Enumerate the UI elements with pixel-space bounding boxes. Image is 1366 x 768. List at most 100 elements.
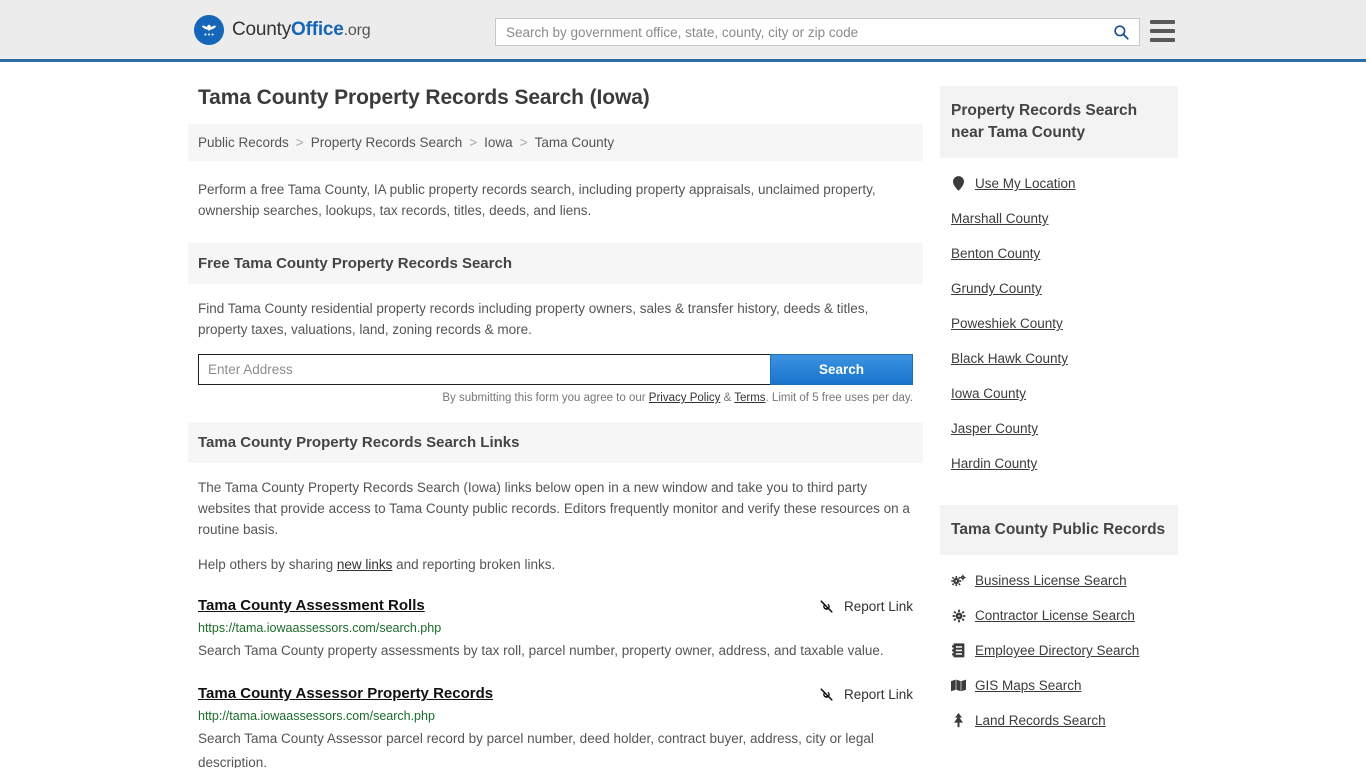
breadcrumb-item-tama-county[interactable]: Tama County <box>535 135 615 150</box>
free-search-description: Find Tama County residential property re… <box>198 301 869 337</box>
address-search-form: Search <box>198 354 913 385</box>
sidebar-link-label[interactable]: Business License Search <box>975 573 1127 588</box>
cog-icon <box>951 609 966 623</box>
disclaimer-suffix: . Limit of 5 free uses per day. <box>765 392 913 404</box>
map-icon <box>951 679 966 692</box>
breadcrumb-separator-icon: > <box>469 135 478 150</box>
sidebar-link-label[interactable]: Iowa County <box>951 386 1026 401</box>
search-input[interactable] <box>496 19 1103 45</box>
main-content: Tama County Property Records Search (Iow… <box>188 62 923 768</box>
page-lead-text: Perform a free Tama County, IA public pr… <box>198 182 876 218</box>
sidebar-link-label[interactable]: Grundy County <box>951 281 1042 296</box>
sidebar-link-label[interactable]: Benton County <box>951 246 1040 261</box>
logo-text-org: .org <box>343 21 371 39</box>
breadcrumb-separator-icon: > <box>295 135 304 150</box>
sidebar-link-label[interactable]: Poweshiek County <box>951 316 1063 331</box>
sidebar-link-label[interactable]: Contractor License Search <box>975 608 1135 623</box>
sidebar-item-jasper-county[interactable]: Jasper County <box>951 411 1167 446</box>
hamburger-bar <box>1150 29 1175 33</box>
hamburger-bar <box>1150 38 1175 42</box>
sidebar-item-marshall-county[interactable]: Marshall County <box>951 201 1167 236</box>
result-header: Tama County Assessment Rolls Report Link <box>198 597 913 615</box>
hamburger-menu-icon[interactable] <box>1150 20 1175 42</box>
sidebar-link-label[interactable]: Use My Location <box>975 176 1076 191</box>
disclaimer-amp: & <box>720 392 735 404</box>
map-pin-icon <box>951 176 966 191</box>
result-url: https://tama.iowaassessors.com/search.ph… <box>198 621 442 635</box>
tree-icon <box>951 713 966 728</box>
address-search-button[interactable]: Search <box>770 354 913 385</box>
terms-link[interactable]: Terms <box>734 392 765 404</box>
sidebar-public-records-list: Business License Search Contractor Licen… <box>940 555 1178 738</box>
sidebar-item-gis-maps-search[interactable]: GIS Maps Search <box>951 668 1167 703</box>
site-logo[interactable]: CountyOffice.org <box>194 14 371 45</box>
result-title-link[interactable]: Tama County Assessor Property Records <box>198 685 493 702</box>
sidebar-link-label[interactable]: Employee Directory Search <box>975 643 1139 658</box>
sidebar-link-label[interactable]: GIS Maps Search <box>975 678 1082 693</box>
breadcrumb-item-public-records[interactable]: Public Records <box>198 135 289 150</box>
links-section-body: The Tama County Property Records Search … <box>188 463 923 575</box>
sidebar-item-contractor-license-search[interactable]: Contractor License Search <box>951 598 1167 633</box>
sidebar-item-land-records-search[interactable]: Land Records Search <box>951 703 1167 738</box>
search-submit-button[interactable] <box>1103 19 1139 45</box>
cogs-icon <box>951 574 966 588</box>
sidebar: Property Records Search near Tama County… <box>940 62 1178 738</box>
sidebar-item-use-my-location[interactable]: Use My Location <box>951 166 1167 201</box>
logo-text-office: Office <box>291 18 344 40</box>
report-link-label: Report Link <box>843 687 913 702</box>
result-header: Tama County Assessor Property Records Re… <box>198 685 913 703</box>
share-prefix: Help others by sharing <box>198 557 337 572</box>
report-link-button[interactable]: Report Link <box>818 598 913 615</box>
result-title-link[interactable]: Tama County Assessment Rolls <box>198 597 425 614</box>
result-item: Tama County Assessment Rolls Report Link… <box>188 597 923 663</box>
sidebar-nearby-list: Use My Location Marshall County Benton C… <box>940 158 1178 481</box>
site-header: CountyOffice.org <box>0 0 1366 62</box>
site-logo-text: CountyOffice.org <box>232 18 371 41</box>
sidebar-item-grundy-county[interactable]: Grundy County <box>951 271 1167 306</box>
free-search-heading: Free Tama County Property Records Search <box>188 243 923 284</box>
hamburger-bar <box>1150 20 1175 24</box>
sidebar-item-business-license-search[interactable]: Business License Search <box>951 563 1167 598</box>
page-title: Tama County Property Records Search (Iow… <box>198 86 650 109</box>
broken-link-icon <box>820 688 833 701</box>
disclaimer-prefix: By submitting this form you agree to our <box>442 392 649 404</box>
breadcrumb-item-property-records-search[interactable]: Property Records Search <box>311 135 463 150</box>
sidebar-link-label[interactable]: Land Records Search <box>975 713 1106 728</box>
breadcrumb-item-iowa[interactable]: Iowa <box>484 135 513 150</box>
report-link-button[interactable]: Report Link <box>818 686 913 703</box>
sidebar-item-poweshiek-county[interactable]: Poweshiek County <box>951 306 1167 341</box>
links-section-heading: Tama County Property Records Search Link… <box>188 422 923 463</box>
broken-link-icon <box>820 600 833 613</box>
breadcrumb-separator-icon: > <box>519 135 528 150</box>
sidebar-item-black-hawk-county[interactable]: Black Hawk County <box>951 341 1167 376</box>
report-link-label: Report Link <box>843 599 913 614</box>
sidebar-link-label[interactable]: Hardin County <box>951 456 1037 471</box>
sidebar-nearby-box: Property Records Search near Tama County… <box>940 86 1178 481</box>
sidebar-link-label[interactable]: Marshall County <box>951 211 1049 226</box>
result-description: Search Tama County property assessments … <box>198 643 884 658</box>
free-search-body: Find Tama County residential property re… <box>188 284 923 340</box>
sidebar-item-iowa-county[interactable]: Iowa County <box>951 376 1167 411</box>
share-suffix: and reporting broken links. <box>392 557 556 572</box>
logo-text-county: County <box>232 18 292 40</box>
sidebar-item-employee-directory-search[interactable]: Employee Directory Search <box>951 633 1167 668</box>
address-input[interactable] <box>198 354 770 385</box>
links-section-paragraph-2: Help others by sharing new links and rep… <box>198 554 913 575</box>
global-search-bar <box>495 18 1140 46</box>
privacy-policy-link[interactable]: Privacy Policy <box>649 392 721 404</box>
result-item: Tama County Assessor Property Records Re… <box>188 685 923 768</box>
sidebar-link-label[interactable]: Jasper County <box>951 421 1038 436</box>
result-description: Search Tama County Assessor parcel recor… <box>198 731 874 768</box>
address-book-icon <box>951 643 966 658</box>
sidebar-public-records-box: Tama County Public Records Business Lice… <box>940 505 1178 738</box>
new-links-link[interactable]: new links <box>337 557 393 572</box>
sidebar-public-records-heading: Tama County Public Records <box>940 505 1178 555</box>
page-body: Tama County Property Records Search (Iow… <box>0 62 1366 768</box>
result-url: http://tama.iowaassessors.com/search.php <box>198 709 435 723</box>
links-section-paragraph-1: The Tama County Property Records Search … <box>198 480 910 537</box>
sidebar-item-hardin-county[interactable]: Hardin County <box>951 446 1167 481</box>
sidebar-link-label[interactable]: Black Hawk County <box>951 351 1068 366</box>
sidebar-item-benton-county[interactable]: Benton County <box>951 236 1167 271</box>
form-disclaimer: By submitting this form you agree to our… <box>198 392 913 404</box>
eagle-seal-icon <box>194 14 224 45</box>
